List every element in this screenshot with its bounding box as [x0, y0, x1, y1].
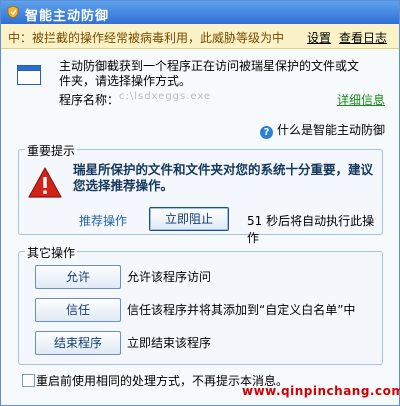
end-program-description: 立即结束该程序	[127, 336, 212, 350]
details-link[interactable]: 详细信息	[337, 91, 385, 108]
end-program-button[interactable]: 结束程序	[35, 331, 121, 355]
window-title: 智能主动防御	[25, 9, 110, 24]
auto-action-countdown: 51 秒后将自动执行此操作	[247, 214, 375, 245]
threat-level-bar: 中：被拦截的操作经常被病毒利用，此威胁等级为中 设置 查看日志	[1, 24, 399, 49]
program-name-value: c:\lsdxeggs.exe	[119, 91, 212, 102]
other-actions-group: 其它操作 允许 允许该程序访问 信任 信任该程序并将其添加到“自定义白名单”中 …	[18, 244, 383, 365]
interception-description: 主动防御截获到一个程序正在访问被瑞星保护的文件或文件夹，请选择操作方式。	[59, 59, 360, 88]
warning-triangle-icon	[28, 167, 62, 198]
important-notice-group: 重要提示 瑞星所保护的文件和文件夹对您的系统十分重要，建议您选择推荐操作。 推荐…	[18, 142, 383, 245]
view-log-link[interactable]: 查看日志	[339, 29, 387, 46]
remember-choice-checkbox[interactable]	[22, 374, 35, 387]
window-icon	[17, 65, 41, 85]
other-actions-legend: 其它操作	[25, 244, 78, 261]
threat-level-text: 中：被拦截的操作经常被病毒利用，此威胁等级为中	[8, 31, 285, 45]
allow-description: 允许该程序访问	[127, 270, 212, 284]
allow-button[interactable]: 允许	[35, 265, 121, 289]
trust-description: 信任该程序并将其添加到“自定义白名单”中	[127, 303, 356, 317]
program-name-label: 程序名称：	[59, 93, 120, 107]
important-notice-legend: 重要提示	[25, 142, 78, 159]
defense-dialog: 智能主动防御 中：被拦截的操作经常被病毒利用，此威胁等级为中 设置 查看日志 主…	[0, 0, 400, 406]
title-bar: 智能主动防御	[1, 1, 399, 24]
important-notice-text: 瑞星所保护的文件和文件夹对您的系统十分重要，建议您选择推荐操作。	[73, 162, 374, 193]
recommended-action-label: 推荐操作	[79, 214, 128, 228]
help-question-icon: ?	[259, 126, 273, 139]
block-now-button[interactable]: 立即阻止	[149, 207, 229, 231]
settings-link[interactable]: 设置	[307, 29, 331, 46]
site-watermark: www.qinpinchang.com	[242, 384, 400, 398]
shield-icon	[7, 5, 19, 19]
help-link-text: 什么是智能主动防御	[276, 123, 385, 137]
trust-button[interactable]: 信任	[35, 298, 121, 322]
help-link[interactable]: ? 什么是智能主动防御	[259, 121, 385, 139]
